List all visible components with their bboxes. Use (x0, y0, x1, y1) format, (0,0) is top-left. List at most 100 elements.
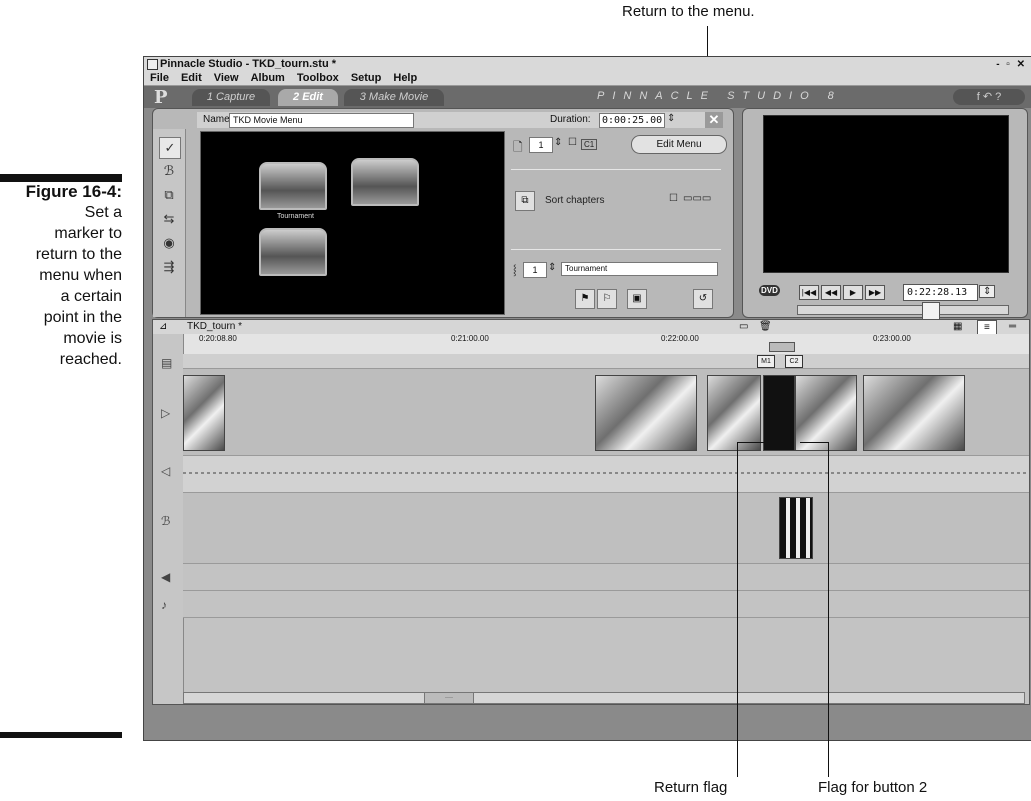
player-timecode[interactable]: 0:22:28.13 (903, 284, 978, 301)
rewind-button[interactable]: ◀◀ (821, 285, 841, 300)
window-controls[interactable]: - ▫ ✕ (996, 58, 1027, 72)
fast-forward-button[interactable]: ▶▶ (865, 285, 885, 300)
menu-thumbnail[interactable] (351, 158, 419, 206)
page-icon: 🗋 (513, 140, 523, 154)
ruler-tick: 0:22:00.00 (661, 334, 699, 343)
spinner-arrows-icon[interactable]: ⇕ (548, 262, 556, 273)
menu-view[interactable]: View (214, 72, 239, 84)
title-track-icon[interactable]: ℬ (161, 514, 170, 528)
video-clip[interactable] (595, 375, 697, 451)
button-index-spinner[interactable]: 1 (523, 262, 547, 278)
callout-flag-button2: Flag for button 2 (818, 779, 928, 796)
dvd-icon[interactable]: DVD (759, 285, 780, 296)
brand-wordmark: PINNACLE STUDIO 8 (597, 90, 842, 102)
menu-thumbnail[interactable] (259, 162, 327, 210)
timeline-scrollbar[interactable]: ···· (183, 692, 1025, 704)
playhead-handle[interactable] (769, 342, 795, 352)
return-flag-marker[interactable]: M1 (757, 355, 775, 368)
caption-line: marker to (54, 225, 122, 242)
button2-flag-marker[interactable]: C2 (785, 355, 803, 368)
edit-menu-button[interactable]: Edit Menu (631, 135, 727, 154)
menu-album[interactable]: Album (251, 72, 285, 84)
callout-return-flag: Return flag (654, 779, 728, 796)
video-track-icon[interactable]: ▷ (161, 406, 170, 420)
audio-waveform (183, 472, 1029, 474)
menu-toolbox[interactable]: Toolbox (297, 72, 339, 84)
spinner-arrows-icon[interactable]: ⇕ (979, 285, 996, 298)
sort-chapters-label: Sort chapters (545, 195, 605, 206)
page-spinner[interactable]: 1 (529, 137, 553, 153)
tab-edit[interactable]: 2 Edit (278, 89, 338, 106)
set-chapter-flag-icon[interactable]: ⚑ (575, 289, 595, 309)
title-track[interactable] (183, 493, 1029, 564)
chapter-checkbox[interactable]: ☐ (568, 137, 577, 148)
music-track-icon[interactable]: ♪ (161, 598, 167, 612)
trash-icon[interactable]: 🗑 (759, 320, 772, 334)
button-name-input[interactable]: Tournament (561, 262, 718, 276)
menu-track[interactable]: M1 C2 (183, 354, 1029, 369)
clear-chapter-flag-icon[interactable]: ⚐ (597, 289, 617, 309)
player-screen (763, 115, 1009, 273)
timeline-tool-icon[interactable]: ⊿ (159, 320, 167, 334)
pinnacle-logo: P (154, 87, 168, 108)
menu-file[interactable]: File (150, 72, 169, 84)
time-ruler[interactable]: 0:20:08.80 0:21:00.00 0:22:00.00 0:23:00… (183, 334, 1029, 355)
video-clip[interactable] (183, 375, 225, 451)
caption-line: reached. (59, 351, 122, 368)
player-panel: DVD |◀◀ ◀◀ ▶ ▶▶ 0:22:28.13 ⇕ (742, 108, 1028, 320)
caption-line: return to the (35, 246, 122, 263)
timeline-view-icon[interactable]: ▦ (953, 320, 962, 334)
caption-line: point in the (43, 309, 122, 326)
scrubber[interactable] (797, 302, 1009, 320)
menu-tool-icon[interactable]: ✓ (159, 137, 181, 159)
video-track[interactable] (183, 369, 1029, 456)
audio-track[interactable] (183, 456, 1029, 493)
play-button[interactable]: ▶ (843, 285, 863, 300)
close-icon[interactable]: ✕ (705, 112, 723, 128)
help-icons[interactable]: f ↶ ? (953, 89, 1025, 105)
caption-line: a certain (60, 288, 122, 305)
video-clip[interactable] (795, 375, 857, 451)
sound-effects-track-icon[interactable]: ◀ (161, 570, 170, 584)
sound-effects-track[interactable] (183, 564, 1029, 591)
title-clip[interactable] (779, 497, 813, 559)
title-bar: Pinnacle Studio - TKD_tourn.stu * - ▫ ✕ (144, 57, 1031, 71)
chapter-badge: C1 (581, 139, 598, 150)
spinner-arrows-icon[interactable]: ⇕ (554, 137, 562, 148)
sort-chapters-icon[interactable]: ⧉ (515, 191, 535, 211)
menu-help[interactable]: Help (393, 72, 417, 84)
caption-line: menu when (39, 267, 122, 284)
scrubber-handle[interactable] (922, 302, 940, 320)
duration-spinner-icon[interactable]: ⇕ (667, 113, 675, 124)
tab-capture[interactable]: 1 Capture (192, 89, 270, 106)
menu-setup[interactable]: Setup (351, 72, 382, 84)
ruler-tick: 0:20:08.80 (199, 334, 237, 343)
music-track[interactable] (183, 591, 1029, 618)
callout-hook-return-flag (737, 442, 769, 443)
video-clip[interactable] (707, 375, 761, 451)
thumbnail-set-icon[interactable]: ▣ (627, 289, 647, 309)
stillimage-tool-icon[interactable]: ⧉ (159, 185, 179, 205)
go-to-start-button[interactable]: |◀◀ (799, 285, 819, 300)
audio-track-icon[interactable]: ◁ (161, 464, 170, 478)
sort-checkbox[interactable]: ☐ (669, 193, 678, 204)
video-clip[interactable] (863, 375, 965, 451)
menu-thumbnail[interactable] (259, 228, 327, 276)
callout-hook-flag-button2 (800, 442, 828, 443)
name-input[interactable]: TKD Movie Menu (229, 113, 414, 128)
return-to-menu-icon[interactable]: ↺ (693, 289, 713, 309)
title-tool-icon[interactable]: ℬ (159, 161, 179, 181)
effects-tool-icon[interactable]: ◉ (159, 233, 179, 253)
transition-tool-icon[interactable]: ⇶ (159, 257, 179, 277)
video-clip[interactable] (763, 375, 795, 451)
menu-edit[interactable]: Edit (181, 72, 202, 84)
tab-make-movie[interactable]: 3 Make Movie (344, 89, 444, 106)
zoom-icon[interactable]: ═ (1009, 320, 1016, 334)
mode-tab-bar: P 1 Capture 2 Edit 3 Make Movie PINNACLE… (144, 86, 1031, 108)
sbs-tool-icon[interactable]: ⇆ (159, 209, 179, 229)
duration-input[interactable]: 0:00:25.00 (599, 113, 665, 128)
menu-bar: File Edit View Album Toolbox Setup Help (144, 71, 1031, 86)
storyboard-view-icon[interactable]: ▭ (739, 320, 748, 334)
menu-track-icon[interactable]: ▤ (161, 356, 172, 370)
scrollbar-thumb[interactable]: ···· (424, 693, 474, 703)
